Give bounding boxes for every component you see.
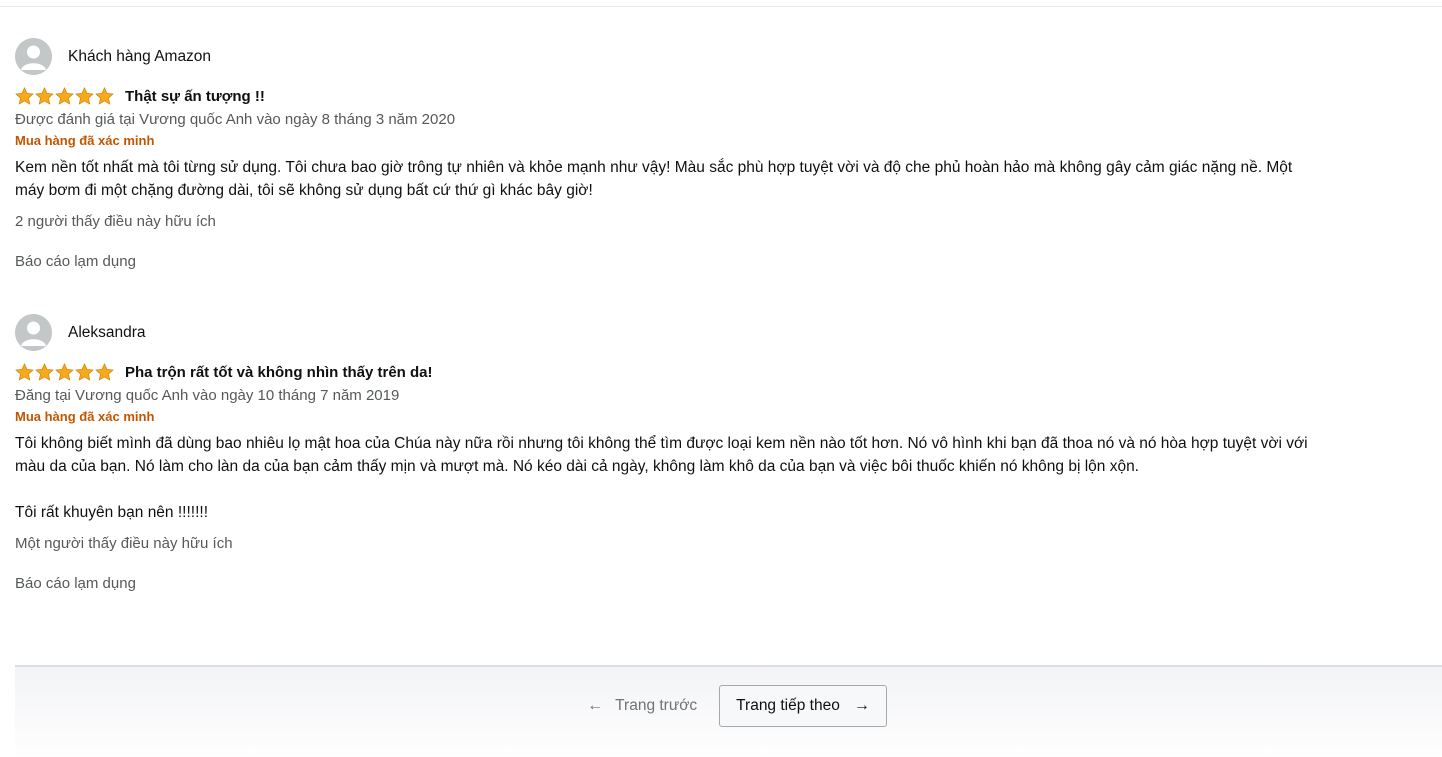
review-body: Kem nền tốt nhất mà tôi từng sử dụng. Tô… — [15, 156, 1315, 202]
review-item: Khách hàng Amazon Thật sự ấn tượng !! Đư… — [15, 38, 1315, 272]
reviewer-name[interactable]: Khách hàng Amazon — [68, 48, 211, 66]
report-abuse-link[interactable]: Báo cáo lạm dụng — [15, 252, 1315, 272]
review-item: Aleksandra Pha trộn rất tốt và không nhì… — [15, 314, 1315, 594]
report-abuse-link[interactable]: Báo cáo lạm dụng — [15, 574, 1315, 594]
next-page-button[interactable]: Trang tiếp theo → — [719, 685, 887, 727]
star-icon — [35, 87, 54, 105]
helpful-count: Một người thấy điều này hữu ích — [15, 535, 233, 552]
review-text: Tôi rất khuyên bạn nên !!!!!!! — [15, 504, 209, 521]
review-title-row: Pha trộn rất tốt và không nhìn thấy trên… — [15, 361, 1315, 383]
reviewer-name[interactable]: Aleksandra — [68, 324, 146, 342]
pagination-bar: ← Trang trước Trang tiếp theo → — [15, 665, 1442, 757]
reviews-page: Khách hàng Amazon Thật sự ấn tượng !! Đư… — [0, 0, 1442, 757]
star-rating[interactable] — [15, 87, 114, 105]
star-icon — [15, 87, 34, 105]
star-rating[interactable] — [15, 363, 114, 381]
verified-purchase-badge: Mua hàng đã xác minh — [15, 133, 155, 148]
previous-page-label: Trang trước — [615, 697, 698, 714]
review-date: Được đánh giá tại Vương quốc Anh vào ngà… — [15, 111, 456, 128]
review-body: Tôi không biết mình đã dùng bao nhiêu lọ… — [15, 432, 1315, 524]
star-icon — [95, 87, 114, 105]
star-icon — [55, 87, 74, 105]
next-page-label: Trang tiếp theo — [736, 697, 840, 714]
reviewer-profile[interactable]: Khách hàng Amazon — [15, 38, 1315, 75]
reviewer-profile[interactable]: Aleksandra — [15, 314, 1315, 351]
avatar-icon — [15, 314, 52, 351]
star-icon — [15, 363, 34, 381]
previous-page-button[interactable]: ← Trang trước — [587, 685, 719, 727]
avatar-icon — [15, 38, 52, 75]
helpful-count: 2 người thấy điều này hữu ích — [15, 213, 216, 230]
divider — [0, 6, 1442, 7]
review-text: Kem nền tốt nhất mà tôi từng sử dụng. Tô… — [15, 159, 1293, 199]
review-text: Tôi không biết mình đã dùng bao nhiêu lọ… — [15, 435, 1308, 475]
star-icon — [35, 363, 54, 381]
star-icon — [75, 363, 94, 381]
arrow-left-icon: ← — [587, 697, 604, 714]
arrow-right-icon: → — [853, 697, 870, 714]
review-date: Đăng tại Vương quốc Anh vào ngày 10 thán… — [15, 387, 400, 404]
review-title[interactable]: Pha trộn rất tốt và không nhìn thấy trên… — [125, 364, 433, 381]
star-icon — [95, 363, 114, 381]
pagination: ← Trang trước Trang tiếp theo → — [15, 685, 1442, 727]
verified-purchase-badge: Mua hàng đã xác minh — [15, 409, 155, 424]
review-title-row: Thật sự ấn tượng !! — [15, 85, 1315, 107]
star-icon — [55, 363, 74, 381]
star-icon — [75, 87, 94, 105]
review-title[interactable]: Thật sự ấn tượng !! — [125, 88, 265, 105]
